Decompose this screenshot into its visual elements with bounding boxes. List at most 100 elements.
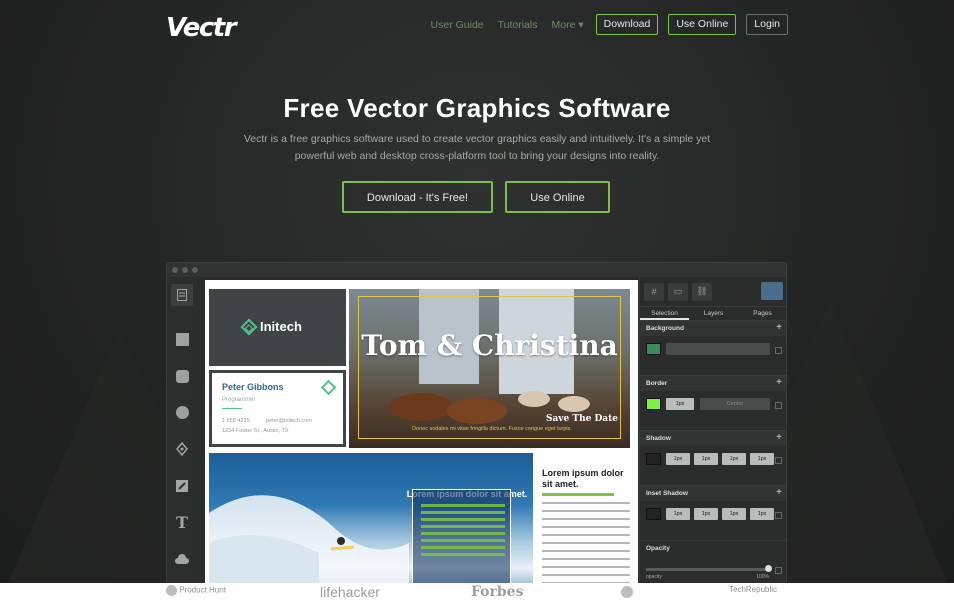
card-address: 1234 Fowler St., Austin, TX (222, 428, 289, 434)
surf-text-lines (421, 504, 505, 560)
photo-caption: Donec sodales mi vitae fringilla dictum.… (412, 426, 572, 432)
shadow-offset-x[interactable]: 1px (666, 453, 690, 465)
card-role: Programmer (222, 397, 256, 403)
press-forbes[interactable]: Forbes (471, 584, 523, 600)
window-minimize-dot (182, 267, 188, 273)
tab-pages[interactable]: Pages (738, 307, 786, 320)
properties-panel: # ▭ ⛓ Selection Layers Pages Background … (639, 277, 786, 599)
press-producthunt[interactable]: Product Hunt (166, 585, 226, 596)
border-color-swatch[interactable] (646, 398, 661, 410)
card-email: peter@initech.com (266, 418, 312, 424)
nav-more[interactable]: More ▾ (550, 19, 586, 31)
card-name: Peter Gibbons (222, 382, 284, 392)
top-nav: User Guide Tutorials More ▾ Download Use… (429, 14, 788, 35)
panel-tabs: Selection Layers Pages (640, 307, 786, 321)
grid-icon[interactable]: # (644, 282, 664, 301)
inset-shadow-heading: Inset Shadow (640, 486, 786, 501)
add-border-icon[interactable]: + (776, 377, 782, 388)
nav-tutorials[interactable]: Tutorials (496, 19, 540, 31)
article-column: Lorem ipsum dolor sit amet. (542, 468, 630, 592)
photo-save-the-date: Save The Date (545, 414, 618, 424)
brand-name: Initech (260, 319, 302, 334)
border-heading: Border (640, 376, 786, 391)
ellipse-tool-icon[interactable] (173, 403, 191, 421)
tab-selection[interactable]: Selection (640, 307, 689, 320)
export-icon[interactable]: ▭ (668, 282, 688, 301)
avatar[interactable] (761, 282, 783, 300)
vectr-logo[interactable]: Vectr (166, 13, 237, 43)
pencil-tool-icon[interactable] (173, 477, 191, 495)
tool-page-icon[interactable] (171, 284, 193, 306)
rounded-rect-tool-icon[interactable] (173, 367, 191, 385)
inset-spread[interactable]: 1px (750, 508, 774, 520)
inset-offset-y[interactable]: 1px (694, 508, 718, 520)
initech-brand: Initech (240, 318, 302, 335)
background-type-select[interactable] (666, 343, 770, 355)
article-title: Lorem ipsum dolor sit amet. (542, 468, 624, 489)
opacity-label: opacity (646, 574, 662, 580)
card-phone: 1 555 4235 (222, 418, 250, 424)
window-titlebar (167, 263, 786, 277)
shadow-spread[interactable]: 1px (750, 453, 774, 465)
window-close-dot (172, 267, 178, 273)
inset-shadow-color-swatch[interactable] (646, 508, 661, 520)
window-zoom-dot (192, 267, 198, 273)
inset-offset-x[interactable]: 1px (666, 508, 690, 520)
add-shadow-icon[interactable]: + (776, 432, 782, 443)
hero-title: Free Vector Graphics Software (283, 93, 671, 123)
border-size-input[interactable]: 1px (666, 398, 694, 410)
upload-image-icon[interactable] (173, 551, 191, 569)
press-circle-logo-icon (621, 586, 633, 598)
shadow-color-swatch[interactable] (646, 453, 661, 465)
card-divider (222, 408, 242, 409)
nav-more-label: More (551, 18, 576, 31)
save-the-date-photo: Tom & Christina Save The Date Donec soda… (349, 289, 630, 448)
opacity-checkbox[interactable] (775, 567, 782, 574)
shadow-heading: Shadow (640, 431, 786, 446)
business-card-back: Peter Gibbons Programmer 1 555 4235 pete… (209, 370, 346, 447)
border-align-select[interactable]: Center (700, 398, 770, 410)
opacity-slider[interactable] (646, 565, 772, 572)
text-tool-icon[interactable]: T (173, 513, 191, 532)
press-producthunt-label: Product Hunt (179, 585, 226, 595)
design-canvas[interactable]: Initech Peter Gibbons Programmer 1 555 4… (205, 280, 638, 599)
surf-poster: Lorem ipsum dolor sit amet. (209, 453, 533, 599)
login-button[interactable]: Login (746, 14, 788, 35)
inset-shadow-section: Inset Shadow + 1px 1px 1px 1px (640, 486, 786, 541)
nav-user-guide[interactable]: User Guide (429, 19, 486, 31)
shadow-section: Shadow + 1px 1px 1px 1px (640, 431, 786, 486)
add-background-icon[interactable]: + (776, 322, 782, 333)
border-section: Border + 1px Center (640, 376, 786, 431)
shadow-offset-y[interactable]: 1px (694, 453, 718, 465)
article-highlight (542, 493, 614, 496)
use-online-button[interactable]: Use Online (668, 14, 737, 35)
cta-use-online-button[interactable]: Use Online (505, 181, 610, 213)
inset-shadow-checkbox[interactable] (775, 512, 782, 519)
opacity-slider-knob[interactable] (765, 565, 772, 572)
background-checkbox[interactable] (775, 347, 782, 354)
shadow-checkbox[interactable] (775, 457, 782, 464)
opacity-value: 100% (756, 574, 769, 580)
tab-layers[interactable]: Layers (689, 307, 738, 320)
pen-tool-icon[interactable] (173, 440, 191, 458)
panel-toolbar: # ▭ ⛓ (640, 277, 786, 307)
inset-blur[interactable]: 1px (722, 508, 746, 520)
border-checkbox[interactable] (775, 402, 782, 409)
tool-sidebar: T (167, 277, 197, 599)
background-heading: Background (640, 321, 786, 336)
link-icon[interactable]: ⛓ (692, 282, 712, 301)
background-section: Background + (640, 321, 786, 376)
shadow-blur[interactable]: 1px (722, 453, 746, 465)
press-logos-bar: Product Hunt lifehacker Forbes TechRepub… (0, 583, 954, 600)
add-inset-shadow-icon[interactable]: + (776, 487, 782, 498)
cta-download-button[interactable]: Download - It's Free! (342, 181, 493, 213)
card-diamond-icon (320, 379, 337, 396)
press-techrepublic[interactable]: TechRepublic (729, 585, 777, 594)
background-color-swatch[interactable] (646, 343, 661, 355)
download-button[interactable]: Download (595, 14, 659, 35)
chevron-down-icon: ▾ (578, 18, 584, 31)
business-card-front: Initech (209, 289, 346, 366)
press-lifehacker[interactable]: lifehacker (320, 584, 380, 600)
app-preview-window: T Initech Peter Gibbons Programmer 1 555… (166, 262, 787, 600)
rectangle-tool-icon[interactable] (173, 330, 191, 348)
